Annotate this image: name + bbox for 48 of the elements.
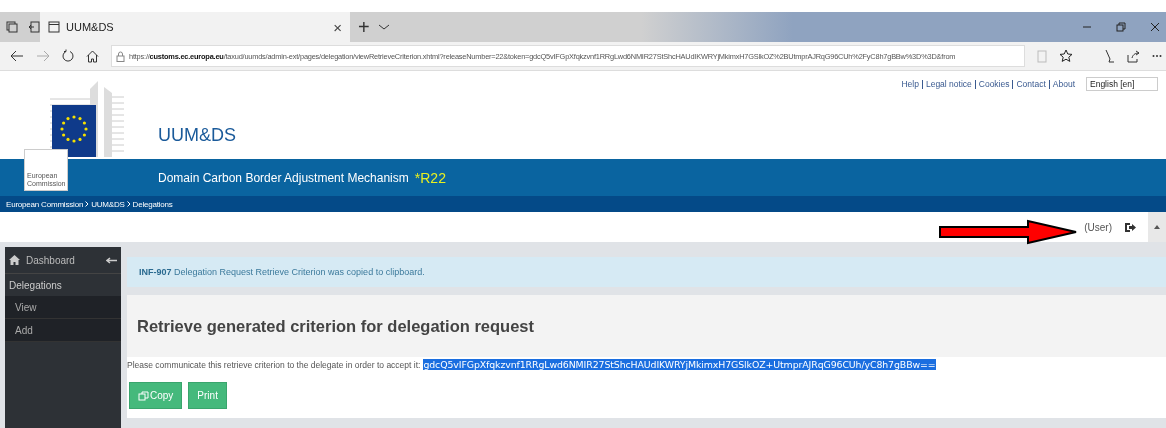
close-tab-button[interactable]: ×	[333, 18, 342, 36]
release-label: *R22	[414, 169, 446, 186]
restore-icon[interactable]	[1116, 22, 1126, 32]
copy-icon	[138, 390, 149, 401]
browser-tab[interactable]: UUM&DS ×	[40, 12, 350, 42]
breadcrumb-link[interactable]: UUM&DS	[91, 199, 125, 209]
scroll-up-button[interactable]	[1148, 212, 1166, 242]
language-select[interactable]: English [en]	[1086, 77, 1158, 91]
info-message: INF-907 Delegation Request Retrieve Criterion was copied to clipboard.	[127, 257, 1166, 287]
new-tab-button[interactable]: +	[358, 15, 370, 39]
sidebar-item[interactable]: View	[5, 296, 121, 319]
chevron-down-icon[interactable]	[377, 22, 390, 32]
app-title: UUM&DS	[158, 125, 236, 146]
top-link[interactable]: Cookies	[974, 80, 1013, 89]
tabs-icon[interactable]	[6, 21, 18, 33]
top-link[interactable]: Help	[898, 80, 922, 89]
user-name: (User)	[1084, 221, 1112, 233]
breadcrumb-link[interactable]: European Commission	[6, 199, 84, 209]
tab-aside-icon[interactable]	[28, 21, 40, 33]
top-link[interactable]: Legal notice	[921, 80, 975, 89]
refresh-icon[interactable]	[62, 49, 74, 63]
logout-icon[interactable]	[1124, 221, 1136, 233]
dashboard-link[interactable]: Dashboard	[5, 247, 121, 274]
chevron-right-icon	[85, 201, 90, 207]
lock-icon	[116, 50, 125, 62]
criterion-text: gdcQ5vIFGpXfqkzvnf1RRgLwd6NMIR27StShcHAUdIKWRYjMkimxH7GSlkOZ+UtmprAJRqG96CUh/yC8h7gBBw==	[423, 359, 936, 370]
top-link[interactable]: About	[1048, 80, 1078, 89]
address-bar[interactable]	[111, 45, 1025, 67]
share-icon[interactable]	[1127, 49, 1140, 63]
page-heading: Retrieve generated criterion for delegation request	[127, 295, 1166, 357]
home-icon	[9, 255, 20, 265]
tab-title: UUM&DS	[66, 21, 115, 33]
back-icon[interactable]	[10, 50, 24, 62]
home-icon[interactable]	[86, 49, 99, 63]
instruction-text: Please communicate this retrieve criterion to the delegate in order to accept it:	[127, 359, 421, 370]
domain-name: Domain Carbon Border Adjustment Mechanism	[158, 170, 409, 185]
breadcrumb-link[interactable]: Delegations	[132, 199, 173, 209]
favorite-star-icon[interactable]	[1059, 49, 1073, 63]
more-icon[interactable]	[1152, 54, 1162, 58]
pen-icon[interactable]	[1103, 49, 1115, 63]
sidebar-section: Delegations	[5, 274, 121, 296]
page-icon	[48, 21, 60, 33]
collapse-arrow-icon[interactable]	[106, 256, 117, 264]
caret-up-icon	[1154, 225, 1160, 229]
chevron-right-icon	[126, 201, 131, 207]
sidebar-item[interactable]: Add	[5, 319, 121, 342]
top-link[interactable]: Contact	[1012, 80, 1049, 89]
close-icon[interactable]	[1150, 22, 1160, 32]
